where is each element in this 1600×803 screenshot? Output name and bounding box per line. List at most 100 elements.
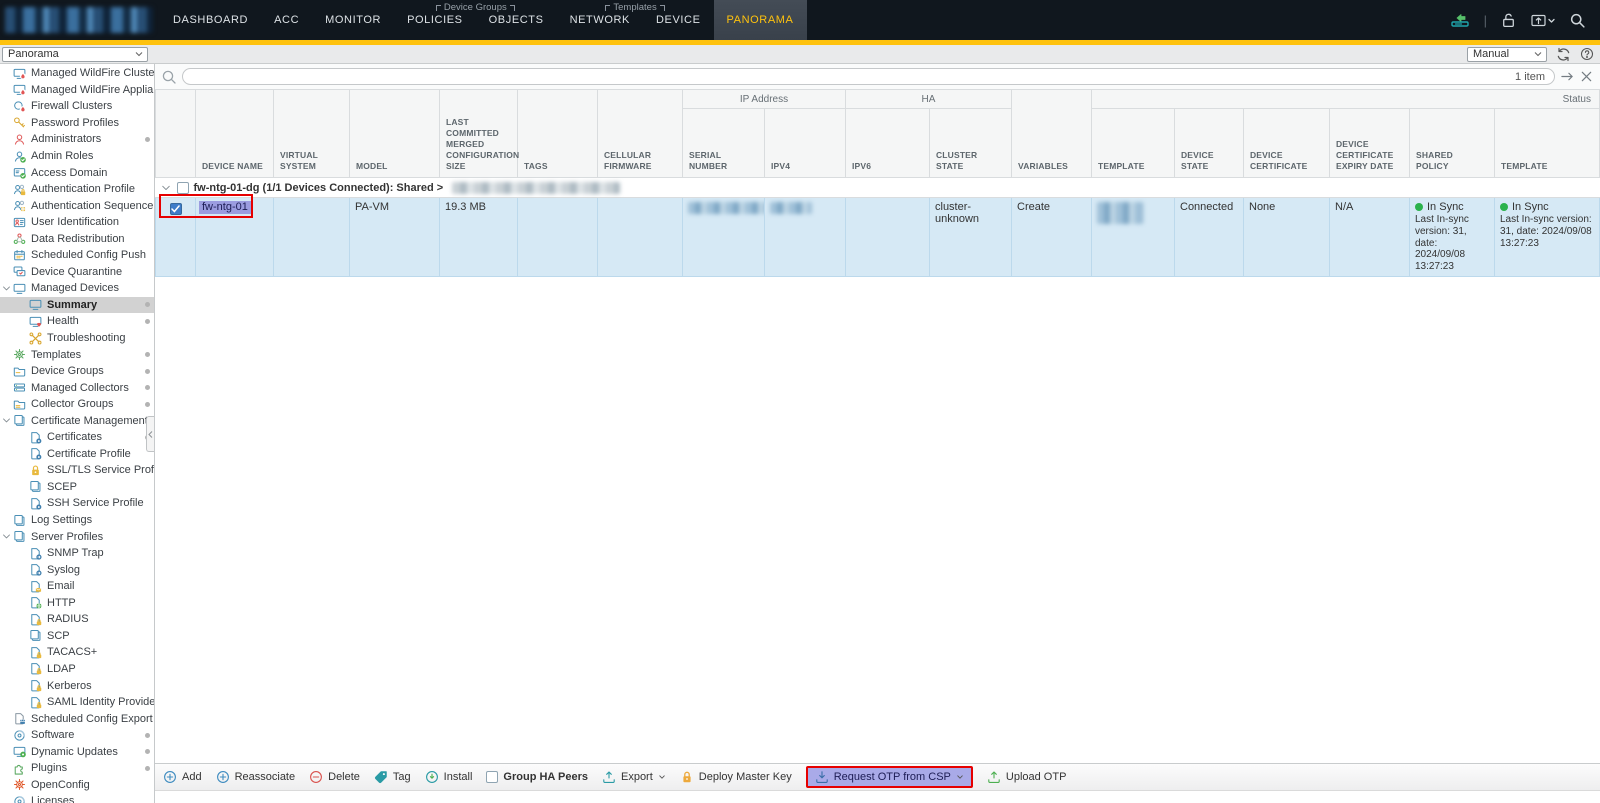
column-header-virtual-system[interactable]: VIRTUAL SYSTEM (273, 89, 350, 178)
sidebar-item-radius[interactable]: RADIUS (0, 611, 154, 628)
context-select[interactable]: Panorama (2, 46, 148, 62)
sidebar-item-server-profiles[interactable]: Server Profiles (0, 528, 154, 545)
sidebar-item-templates[interactable]: Templates (0, 346, 154, 363)
sidebar-collapse-handle[interactable] (146, 416, 154, 452)
sidebar-item-troubleshooting[interactable]: Troubleshooting (0, 330, 154, 347)
sidebar-item-password-profiles[interactable]: Password Profiles (0, 115, 154, 132)
column-header-variables[interactable]: VARIABLES (1011, 89, 1092, 178)
device-row-checkbox[interactable] (169, 203, 182, 215)
sidebar-item-scheduled-config-push[interactable]: Scheduled Config Push (0, 247, 154, 264)
sidebar-item-email[interactable]: Email (0, 578, 154, 595)
sidebar-item-ssl-tls-service-profile[interactable]: SSL/TLS Service Profile (0, 462, 154, 479)
sidebar-item-scep[interactable]: SCEP (0, 479, 154, 496)
toolbar-button-delete[interactable]: Delete (309, 770, 360, 784)
sidebar-item-syslog[interactable]: Syslog (0, 561, 154, 578)
tab-network[interactable]: NETWORK (557, 0, 643, 40)
column-header-cellular-firmware[interactable]: CELLULAR FIRMWARE (597, 89, 683, 178)
tab-device[interactable]: DEVICE (643, 0, 714, 40)
column-header-select[interactable] (155, 89, 196, 178)
toolbar-button-install[interactable]: Install (425, 770, 472, 784)
sidebar-item-administrators[interactable]: Administrators (0, 131, 154, 148)
toolbar-button-tag[interactable]: Tag (374, 770, 411, 784)
lock-open-icon[interactable] (1500, 12, 1517, 29)
sidebar-item-authentication-profile[interactable]: Authentication Profile (0, 181, 154, 198)
sidebar-item-ssh-service-profile[interactable]: SSH Service Profile (0, 495, 154, 512)
tab-monitor[interactable]: MONITOR (312, 0, 394, 40)
column-header-tags[interactable]: TAGS (517, 89, 598, 178)
sidebar-item-admin-roles[interactable]: Admin Roles (0, 148, 154, 165)
sidebar-item-dynamic-updates[interactable]: Dynamic Updates (0, 743, 154, 760)
sidebar-item-collector-groups[interactable]: Collector Groups (0, 396, 154, 413)
column-header-template-status[interactable]: TEMPLATE (1494, 108, 1600, 178)
tab-acc[interactable]: ACC (261, 0, 312, 40)
device-name-highlight[interactable]: fw-ntg-01 (199, 201, 253, 214)
sidebar-item-scheduled-config-export[interactable]: Scheduled Config Export (0, 710, 154, 727)
commit-icon[interactable] (1449, 11, 1471, 29)
sidebar-item-device-groups[interactable]: Device Groups (0, 363, 154, 380)
docs-icon (13, 414, 27, 428)
commit-mode-select[interactable]: Manual (1467, 46, 1547, 62)
sidebar-item-device-quarantine[interactable]: Device Quarantine (0, 264, 154, 281)
column-header-device-name[interactable]: DEVICE NAME (195, 89, 274, 178)
sidebar-item-log-settings[interactable]: Log Settings (0, 512, 154, 529)
toolbar-button-reassociate[interactable]: Reassociate (216, 770, 295, 784)
column-header-shared-policy[interactable]: SHARED POLICY (1409, 108, 1495, 178)
column-header-last-committed-merged-configuration-size[interactable]: LAST COMMITTED MERGED CONFIGURATION SIZE (439, 89, 519, 178)
toolbar-button-add[interactable]: Add (163, 770, 202, 784)
save-icon[interactable] (1530, 12, 1556, 29)
sidebar-item-managed-devices[interactable]: Managed Devices (0, 280, 154, 297)
sidebar-item-software[interactable]: Software (0, 727, 154, 744)
column-header-device-state[interactable]: DEVICE STATE (1174, 108, 1244, 178)
sidebar-item-http[interactable]: HTTP (0, 595, 154, 612)
sidebar-item-tacacs[interactable]: TACACS+ (0, 644, 154, 661)
column-header-ipv6[interactable]: IPV6 (845, 108, 930, 178)
sidebar-item-managed-collectors[interactable]: Managed Collectors (0, 379, 154, 396)
column-header-cluster-state[interactable]: CLUSTER STATE (929, 108, 1012, 178)
column-header-model[interactable]: MODEL (349, 89, 440, 178)
sidebar-item-certificate-management[interactable]: Certificate Management (0, 412, 154, 429)
sidebar-item-certificates[interactable]: Certificates (0, 429, 154, 446)
tab-panorama[interactable]: PANORAMA (713, 0, 807, 40)
column-header-device-certificate-expiry-date[interactable]: DEVICE CERTIFICATE EXPIRY DATE (1329, 108, 1410, 178)
sidebar-item-saml-identity-provider[interactable]: SAML Identity Provider (0, 694, 154, 711)
sidebar-item-authentication-sequence[interactable]: Authentication Sequence (0, 197, 154, 214)
sidebar-item-licenses[interactable]: Licenses (0, 793, 154, 803)
column-header-device-certificate[interactable]: DEVICE CERTIFICATE (1243, 108, 1330, 178)
sidebar-item-summary[interactable]: Summary (0, 296, 154, 314)
sidebar-item-managed-wildfire-clusters[interactable]: Managed WildFire Clusters (0, 65, 154, 82)
sidebar-item-access-domain[interactable]: Access Domain (0, 164, 154, 181)
toolbar-button-group-ha-peers[interactable]: Group HA Peers (486, 771, 588, 783)
device-group-row[interactable]: fw-ntg-01-dg (1/1 Devices Connected): Sh… (155, 177, 1600, 198)
tab-policies[interactable]: POLICIES (394, 0, 476, 40)
sidebar-item-plugins[interactable]: Plugins (0, 760, 154, 777)
sidebar-item-ldap[interactable]: LDAP (0, 661, 154, 678)
sidebar-item-user-identification[interactable]: User Identification (0, 214, 154, 231)
sidebar-item-certificate-profile[interactable]: Certificate Profile (0, 446, 154, 463)
apply-filter-icon[interactable] (1560, 70, 1575, 83)
sidebar-item-managed-wildfire-appliances[interactable]: Managed WildFire Appliances (0, 82, 154, 99)
filter-input[interactable]: 1 item (182, 68, 1555, 85)
tab-dashboard[interactable]: DASHBOARD (160, 0, 261, 40)
search-icon[interactable] (1569, 12, 1586, 29)
sidebar-item-firewall-clusters[interactable]: Firewall Clusters (0, 98, 154, 115)
device-group-checkbox[interactable] (176, 181, 189, 194)
toolbar-button-upload-otp[interactable]: Upload OTP (987, 770, 1066, 784)
toolbar-button-export[interactable]: Export (602, 770, 666, 784)
sidebar-item-snmp-trap[interactable]: SNMP Trap (0, 545, 154, 562)
chevron-down-icon[interactable] (160, 182, 172, 194)
sidebar-item-scp[interactable]: SCP (0, 628, 154, 645)
sidebar-item-health[interactable]: Health (0, 313, 154, 330)
column-header-template[interactable]: TEMPLATE (1091, 108, 1175, 178)
tab-objects[interactable]: OBJECTS (476, 0, 557, 40)
refresh-icon[interactable] (1556, 47, 1571, 62)
sidebar-item-kerberos[interactable]: Kerberos (0, 677, 154, 694)
clear-filter-icon[interactable] (1580, 70, 1593, 83)
sidebar-item-data-redistribution[interactable]: Data Redistribution (0, 230, 154, 247)
toolbar-button-request-otp-from-csp[interactable]: Request OTP from CSP (805, 766, 973, 788)
help-icon[interactable] (1580, 47, 1594, 61)
group-ha-peers-checkbox[interactable] (486, 771, 499, 783)
toolbar-button-deploy-master-key[interactable]: Deploy Master Key (680, 770, 792, 784)
column-header-ipv4[interactable]: IPV4 (764, 108, 846, 178)
column-header-serial-number[interactable]: SERIAL NUMBER (682, 108, 765, 178)
sidebar-item-openconfig[interactable]: OpenConfig (0, 777, 154, 794)
